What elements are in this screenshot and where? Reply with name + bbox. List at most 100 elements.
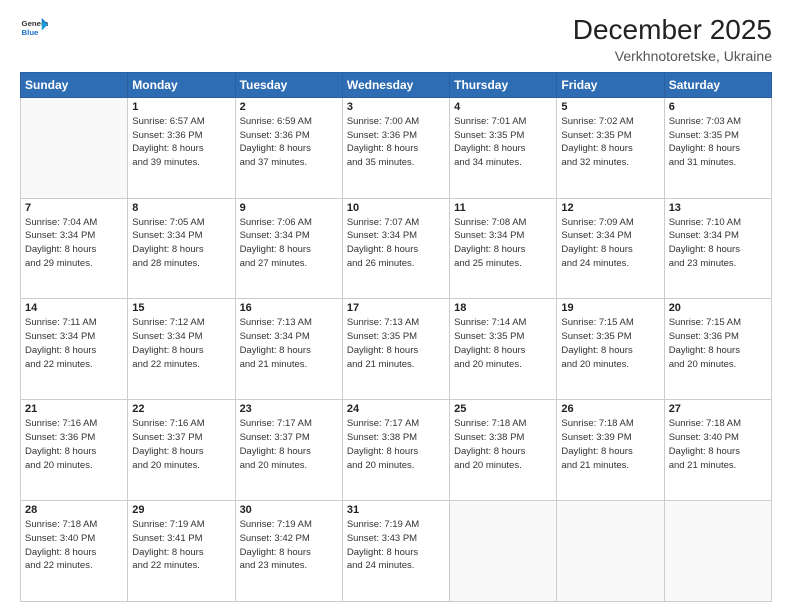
calendar-header-monday: Monday	[128, 72, 235, 97]
calendar-cell: 19 Sunrise: 7:15 AMSunset: 3:35 PMDayligh…	[557, 299, 664, 400]
calendar-cell: 14 Sunrise: 7:11 AMSunset: 3:34 PMDayligh…	[21, 299, 128, 400]
day-number: 6	[669, 101, 767, 113]
day-info: Sunrise: 7:09 AMSunset: 3:34 PMDaylight:…	[561, 216, 659, 271]
calendar-cell: 16 Sunrise: 7:13 AMSunset: 3:34 PMDayligh…	[235, 299, 342, 400]
calendar-cell: 26Sunrise: 7:18 AMSunset: 3:39 PMDayligh…	[557, 400, 664, 501]
day-info: Sunrise: 7:11 AMSunset: 3:34 PMDaylight:…	[25, 316, 123, 371]
calendar-cell	[21, 97, 128, 198]
day-number: 4	[454, 101, 552, 113]
calendar-week-4: 28Sunrise: 7:18 AMSunset: 3:40 PMDayligh…	[21, 501, 772, 602]
day-number: 31	[347, 504, 445, 516]
day-info: Sunrise: 7:18 AMSunset: 3:40 PMDaylight:…	[669, 417, 767, 472]
page: General Blue December 2025 Verkhnotorets…	[0, 0, 792, 612]
calendar-cell: 25 Sunrise: 7:18 AMSunset: 3:38 PMDayligh…	[450, 400, 557, 501]
day-info: Sunrise: 7:05 AMSunset: 3:34 PMDaylight:…	[132, 216, 230, 271]
calendar-week-3: 21Sunrise: 7:16 AMSunset: 3:36 PMDayligh…	[21, 400, 772, 501]
calendar-header-tuesday: Tuesday	[235, 72, 342, 97]
day-info: Sunrise: 7:18 AMSunset: 3:38 PMDaylight:…	[454, 417, 552, 472]
day-info: Sunrise: 7:15 AMSunset: 3:35 PMDaylight:…	[561, 316, 659, 371]
calendar-header-row: SundayMondayTuesdayWednesdayThursdayFrid…	[21, 72, 772, 97]
calendar-header-friday: Friday	[557, 72, 664, 97]
calendar-cell: 30Sunrise: 7:19 AMSunset: 3:42 PMDayligh…	[235, 501, 342, 602]
day-info: Sunrise: 7:15 AMSunset: 3:36 PMDaylight:…	[669, 316, 767, 371]
day-number: 14	[25, 302, 123, 314]
calendar-header-thursday: Thursday	[450, 72, 557, 97]
calendar-week-2: 14 Sunrise: 7:11 AMSunset: 3:34 PMDayligh…	[21, 299, 772, 400]
day-number: 1	[132, 101, 230, 113]
calendar-cell: 24 Sunrise: 7:17 AMSunset: 3:38 PMDayligh…	[342, 400, 449, 501]
day-info: Sunrise: 7:12 AMSunset: 3:34 PMDaylight:…	[132, 316, 230, 371]
calendar: SundayMondayTuesdayWednesdayThursdayFrid…	[20, 72, 772, 602]
day-number: 24	[347, 403, 445, 415]
day-info: Sunrise: 7:08 AMSunset: 3:34 PMDaylight:…	[454, 216, 552, 271]
day-info: Sunrise: 7:00 AMSunset: 3:36 PMDaylight:…	[347, 115, 445, 170]
day-number: 5	[561, 101, 659, 113]
calendar-cell: 3Sunrise: 7:00 AMSunset: 3:36 PMDaylight…	[342, 97, 449, 198]
calendar-cell	[664, 501, 771, 602]
day-info: Sunrise: 7:17 AMSunset: 3:37 PMDaylight:…	[240, 417, 338, 472]
calendar-cell: 11 Sunrise: 7:08 AMSunset: 3:34 PMDayligh…	[450, 198, 557, 299]
day-number: 15	[132, 302, 230, 314]
calendar-week-0: 1 Sunrise: 6:57 AMSunset: 3:36 PMDaylight…	[21, 97, 772, 198]
calendar-header-saturday: Saturday	[664, 72, 771, 97]
calendar-cell: 10 Sunrise: 7:07 AMSunset: 3:34 PMDayligh…	[342, 198, 449, 299]
calendar-cell: 12 Sunrise: 7:09 AMSunset: 3:34 PMDayligh…	[557, 198, 664, 299]
calendar-cell: 9 Sunrise: 7:06 AMSunset: 3:34 PMDaylight…	[235, 198, 342, 299]
calendar-cell: 28Sunrise: 7:18 AMSunset: 3:40 PMDayligh…	[21, 501, 128, 602]
day-info: Sunrise: 7:18 AMSunset: 3:40 PMDaylight:…	[25, 518, 123, 573]
day-info: Sunrise: 7:19 AMSunset: 3:41 PMDaylight:…	[132, 518, 230, 573]
svg-text:Blue: Blue	[22, 28, 40, 37]
day-number: 20	[669, 302, 767, 314]
day-info: Sunrise: 7:03 AMSunset: 3:35 PMDaylight:…	[669, 115, 767, 170]
day-info: Sunrise: 7:14 AMSunset: 3:35 PMDaylight:…	[454, 316, 552, 371]
calendar-cell: 1 Sunrise: 6:57 AMSunset: 3:36 PMDaylight…	[128, 97, 235, 198]
calendar-cell: 22Sunrise: 7:16 AMSunset: 3:37 PMDayligh…	[128, 400, 235, 501]
calendar-header-sunday: Sunday	[21, 72, 128, 97]
day-number: 23	[240, 403, 338, 415]
day-number: 11	[454, 202, 552, 214]
calendar-cell: 23 Sunrise: 7:17 AMSunset: 3:37 PMDayligh…	[235, 400, 342, 501]
calendar-cell	[450, 501, 557, 602]
calendar-cell	[557, 501, 664, 602]
logo-icon: General Blue	[20, 15, 48, 43]
calendar-header-wednesday: Wednesday	[342, 72, 449, 97]
day-number: 21	[25, 403, 123, 415]
main-title: December 2025	[573, 15, 772, 46]
day-info: Sunrise: 7:19 AMSunset: 3:43 PMDaylight:…	[347, 518, 445, 573]
day-number: 16	[240, 302, 338, 314]
day-number: 2	[240, 101, 338, 113]
calendar-cell: 17Sunrise: 7:13 AMSunset: 3:35 PMDayligh…	[342, 299, 449, 400]
day-info: Sunrise: 7:13 AMSunset: 3:35 PMDaylight:…	[347, 316, 445, 371]
day-number: 9	[240, 202, 338, 214]
day-info: Sunrise: 6:57 AMSunset: 3:36 PMDaylight:…	[132, 115, 230, 170]
day-info: Sunrise: 7:17 AMSunset: 3:38 PMDaylight:…	[347, 417, 445, 472]
day-info: Sunrise: 7:18 AMSunset: 3:39 PMDaylight:…	[561, 417, 659, 472]
day-info: Sunrise: 7:02 AMSunset: 3:35 PMDaylight:…	[561, 115, 659, 170]
day-info: Sunrise: 7:06 AMSunset: 3:34 PMDaylight:…	[240, 216, 338, 271]
calendar-cell: 31 Sunrise: 7:19 AMSunset: 3:43 PMDayligh…	[342, 501, 449, 602]
calendar-cell: 15 Sunrise: 7:12 AMSunset: 3:34 PMDayligh…	[128, 299, 235, 400]
day-info: Sunrise: 6:59 AMSunset: 3:36 PMDaylight:…	[240, 115, 338, 170]
calendar-cell: 18 Sunrise: 7:14 AMSunset: 3:35 PMDayligh…	[450, 299, 557, 400]
title-block: December 2025 Verkhnotoretske, Ukraine	[573, 15, 772, 64]
calendar-cell: 20 Sunrise: 7:15 AMSunset: 3:36 PMDayligh…	[664, 299, 771, 400]
day-number: 25	[454, 403, 552, 415]
calendar-cell: 2 Sunrise: 6:59 AMSunset: 3:36 PMDaylight…	[235, 97, 342, 198]
day-number: 8	[132, 202, 230, 214]
day-info: Sunrise: 7:13 AMSunset: 3:34 PMDaylight:…	[240, 316, 338, 371]
calendar-body: 1 Sunrise: 6:57 AMSunset: 3:36 PMDaylight…	[21, 97, 772, 601]
day-number: 10	[347, 202, 445, 214]
calendar-cell: 27 Sunrise: 7:18 AMSunset: 3:40 PMDayligh…	[664, 400, 771, 501]
day-number: 30	[240, 504, 338, 516]
day-number: 27	[669, 403, 767, 415]
day-number: 22	[132, 403, 230, 415]
calendar-week-1: 7Sunrise: 7:04 AMSunset: 3:34 PMDaylight…	[21, 198, 772, 299]
day-info: Sunrise: 7:07 AMSunset: 3:34 PMDaylight:…	[347, 216, 445, 271]
subtitle: Verkhnotoretske, Ukraine	[573, 48, 772, 64]
day-number: 12	[561, 202, 659, 214]
day-number: 19	[561, 302, 659, 314]
calendar-cell: 5 Sunrise: 7:02 AMSunset: 3:35 PMDaylight…	[557, 97, 664, 198]
day-number: 18	[454, 302, 552, 314]
logo: General Blue	[20, 15, 48, 43]
calendar-cell: 6 Sunrise: 7:03 AMSunset: 3:35 PMDaylight…	[664, 97, 771, 198]
